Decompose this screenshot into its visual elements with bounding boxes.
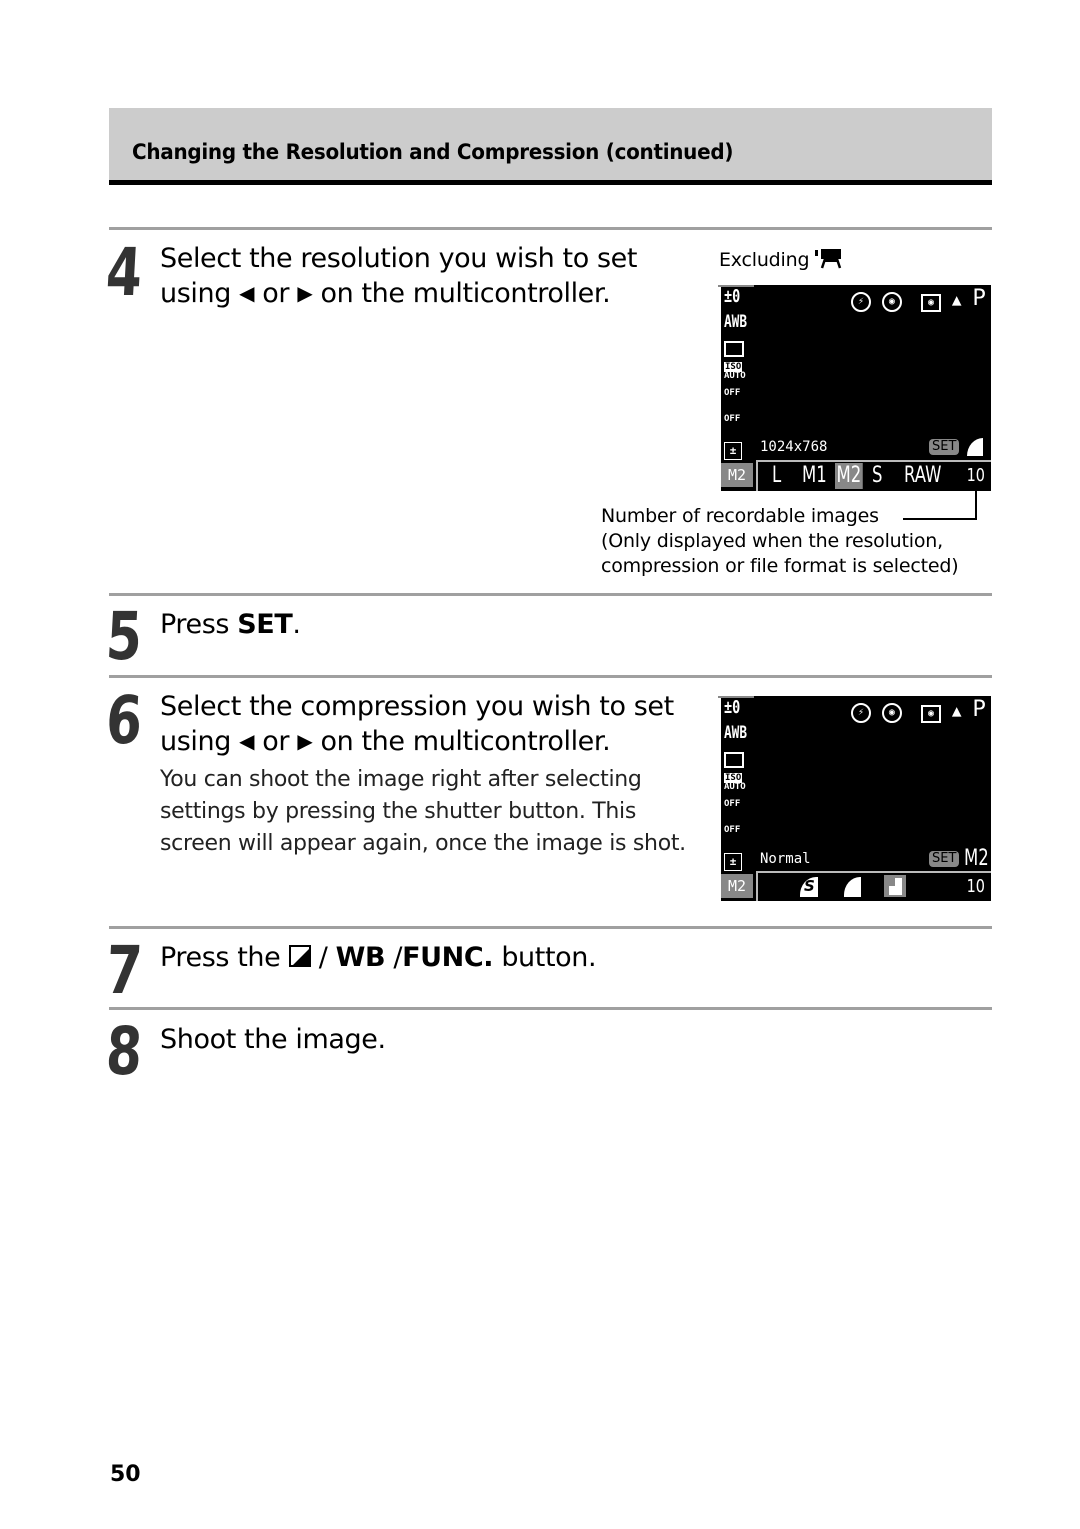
red-eye-icon: ◉ xyxy=(881,703,902,723)
option-M2-selected[interactable]: M2 xyxy=(835,463,863,489)
lcd-screen-resolution: ±0 AWB ISO AUTO OFF OFF ± M2 ⚡ ◉ ◉ ▲ P 1… xyxy=(718,285,991,491)
resolution-label: 1024x768 xyxy=(760,439,828,455)
option-RAW[interactable]: RAW xyxy=(904,463,942,489)
step-4-line1: Select the resolution you wish to set xyxy=(160,243,638,274)
step-number: 7 xyxy=(104,932,145,1009)
option-S[interactable]: S xyxy=(872,463,882,489)
option-M1[interactable]: M1 xyxy=(802,463,827,489)
leader-line xyxy=(975,491,977,520)
page-number: 50 xyxy=(110,1462,141,1487)
red-eye-icon: ◉ xyxy=(881,292,902,312)
compression-options-row xyxy=(756,871,991,901)
metering-icon: ◉ xyxy=(921,294,941,312)
divider xyxy=(109,593,992,596)
divider xyxy=(109,227,992,230)
header-rule xyxy=(109,180,992,185)
right-arrow-icon: ▶ xyxy=(297,729,313,753)
movie-camera-icon xyxy=(815,249,842,269)
wb-label: WB xyxy=(335,942,386,973)
top-status-icons: ⚡ ◉ xyxy=(851,289,902,312)
drive-mode-icon xyxy=(724,341,744,357)
compression-label: Normal xyxy=(760,851,811,867)
flash-exposure-comp-icon: ± xyxy=(724,853,742,871)
white-balance-indicator: AWB xyxy=(724,723,748,743)
resolution-mode-button[interactable]: M2 xyxy=(721,874,753,898)
set-badge: SET xyxy=(929,439,960,455)
flash-exposure-comp-icon: ± xyxy=(724,442,742,460)
recordable-images-annotation: Number of recordable images (Only displa… xyxy=(601,505,959,577)
self-timer-off-icon: OFF xyxy=(724,799,741,809)
section-title: Changing the Resolution and Compression … xyxy=(132,140,734,164)
step-6-text: Select the compression you wish to set u… xyxy=(160,691,674,757)
set-badge: SET xyxy=(929,851,960,867)
fine-quality-icon xyxy=(967,438,983,456)
flash-off-icon: ⚡ xyxy=(851,703,871,723)
left-arrow-icon: ◀ xyxy=(239,281,255,305)
step-number: 8 xyxy=(104,1013,145,1090)
func-label: FUNC. xyxy=(402,942,494,973)
step-number: 6 xyxy=(104,682,145,759)
flash-off-icon: ⚡ xyxy=(851,292,871,312)
step-number: 4 xyxy=(104,234,145,311)
iso-indicator: ISO AUTO xyxy=(724,773,746,792)
resolution-mode-button[interactable]: M2 xyxy=(721,463,753,487)
step-number: 5 xyxy=(104,598,145,675)
drive-mode-icon xyxy=(724,752,744,768)
af-lock-icon: ▲ xyxy=(951,701,962,720)
left-arrow-icon: ◀ xyxy=(239,729,255,753)
iso-indicator: ISO AUTO xyxy=(724,362,746,381)
recordable-count: 10 xyxy=(966,465,985,486)
step-8-text: Shoot the image. xyxy=(160,1024,386,1055)
exposure-comp-indicator: ±0 xyxy=(724,286,741,307)
step-4-line2: using ◀ or ▶ on the multicontroller. xyxy=(160,278,611,309)
lcd-screen-compression: ±0 AWB ISO AUTO OFF OFF ± M2 ⚡ ◉ ◉ ▲ P N… xyxy=(718,696,991,901)
right-arrow-icon: ▶ xyxy=(297,281,313,305)
white-balance-indicator: AWB xyxy=(724,312,748,332)
step-4-text: Select the resolution you wish to set us… xyxy=(160,241,637,313)
figure-1-caption: Excluding xyxy=(719,247,843,273)
bracket-off-icon: OFF xyxy=(724,825,741,835)
normal-icon-selected[interactable] xyxy=(884,875,906,897)
bracket-off-icon: OFF xyxy=(724,414,741,424)
option-L[interactable]: L xyxy=(772,463,781,489)
shooting-mode-p: P xyxy=(972,697,986,722)
top-status-icons: ⚡ ◉ xyxy=(851,700,902,723)
exposure-comp-button-icon xyxy=(288,945,311,967)
recordable-count: 10 xyxy=(966,876,985,897)
step-5-text: Press SET. xyxy=(160,609,301,640)
self-timer-off-icon: OFF xyxy=(724,388,741,398)
af-lock-icon: ▲ xyxy=(951,290,962,309)
current-resolution: M2 xyxy=(964,846,989,871)
step-6-note: You can shoot the image right after sele… xyxy=(160,767,686,856)
divider xyxy=(109,1007,992,1010)
shooting-mode-p: P xyxy=(972,286,986,311)
metering-icon: ◉ xyxy=(921,705,941,723)
set-key-label: SET xyxy=(237,609,293,640)
exposure-comp-indicator: ±0 xyxy=(724,697,741,718)
divider xyxy=(109,926,992,929)
step-7-text: Press the / WB /FUNC. button. xyxy=(160,942,597,973)
divider xyxy=(109,675,992,678)
